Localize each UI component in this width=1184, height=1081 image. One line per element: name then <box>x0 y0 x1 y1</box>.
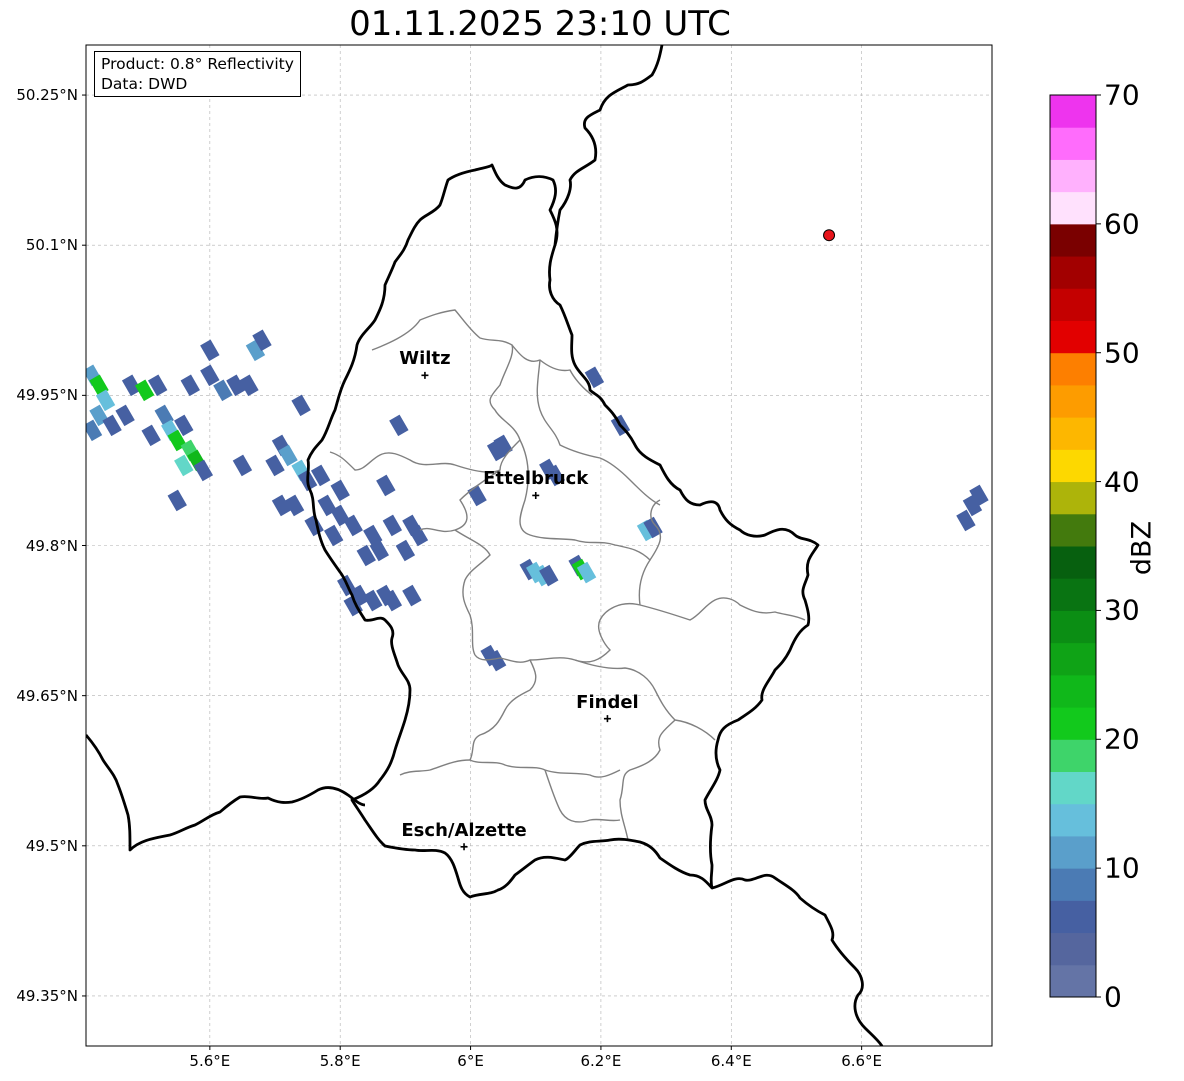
colorbar-tick-label: 40 <box>1104 465 1140 499</box>
lat-label: 49.65°N <box>16 686 78 705</box>
colorbar-tick-label: 0 <box>1104 980 1122 1014</box>
lat-label: 49.95°N <box>16 386 78 405</box>
colorbar-segment <box>1050 546 1096 579</box>
colorbar-segment <box>1050 256 1096 289</box>
lat-label: 49.5°N <box>25 836 78 855</box>
lon-label: 5.8°E <box>319 1052 361 1070</box>
radar-map <box>82 44 1101 1050</box>
info-box: Product: 0.8° Reflectivity Data: DWD <box>94 51 301 97</box>
colorbar-segment <box>1050 739 1096 772</box>
colorbar-tick-label: 60 <box>1104 207 1140 241</box>
colorbar-segment <box>1050 288 1096 321</box>
colorbar-tick-label: 30 <box>1104 593 1140 627</box>
lat-label: 50.1°N <box>25 236 78 255</box>
colorbar-segment <box>1050 707 1096 740</box>
map-title: 01.11.2025 23:10 UTC <box>349 4 731 44</box>
city-label: Findel <box>576 691 639 713</box>
colorbar-segment <box>1050 481 1096 515</box>
colorbar-segment <box>1050 900 1096 934</box>
colorbar-segment <box>1050 610 1096 644</box>
colorbar-segment <box>1050 127 1096 160</box>
lon-label: 6.4°E <box>710 1052 752 1070</box>
lon-label: 5.6°E <box>189 1052 231 1070</box>
colorbar-segment <box>1050 191 1096 225</box>
colorbar-segment <box>1050 578 1096 611</box>
colorbar-segment <box>1050 417 1096 450</box>
lon-label: 6.2°E <box>580 1052 622 1070</box>
colorbar-segment <box>1050 384 1096 418</box>
colorbar-tick-label: 70 <box>1104 78 1140 112</box>
colorbar-segment <box>1050 159 1096 193</box>
colorbar-segment <box>1050 771 1096 805</box>
colorbar-segment <box>1050 803 1096 837</box>
colorbar-segment <box>1050 932 1096 966</box>
colorbar-segment <box>1050 835 1096 869</box>
radar-site-marker <box>823 229 836 242</box>
colorbar-segment <box>1050 513 1096 547</box>
colorbar-segment <box>1050 868 1096 901</box>
city-label: Wiltz <box>399 348 451 370</box>
lon-label: 6°E <box>457 1052 484 1070</box>
colorbar-segment <box>1050 449 1096 483</box>
colorbar-segment <box>1050 223 1096 257</box>
lat-label: 49.8°N <box>25 536 78 555</box>
lat-label: 49.35°N <box>16 986 78 1005</box>
product-label: Product: 0.8° Reflectivity <box>101 55 294 73</box>
lon-label: 6.6°E <box>841 1052 883 1070</box>
colorbar-tick-label: 20 <box>1104 722 1140 756</box>
colorbar-segment <box>1050 95 1096 128</box>
colorbar-label: dBZ <box>1126 520 1158 576</box>
colorbar-tick-label: 10 <box>1104 851 1140 885</box>
lat-label: 50.25°N <box>16 86 78 105</box>
colorbar-segment <box>1050 964 1096 998</box>
colorbar-segment <box>1050 642 1096 676</box>
colorbar-segment <box>1050 320 1096 354</box>
city-label: Esch/Alzette <box>401 819 527 841</box>
city-label: Ettelbruck <box>483 468 589 490</box>
colorbar-tick-label: 50 <box>1104 336 1140 370</box>
colorbar-segment <box>1050 674 1096 708</box>
colorbar-segment <box>1050 352 1096 386</box>
data-source-label: Data: DWD <box>101 75 188 93</box>
colorbar <box>1050 94 1101 998</box>
